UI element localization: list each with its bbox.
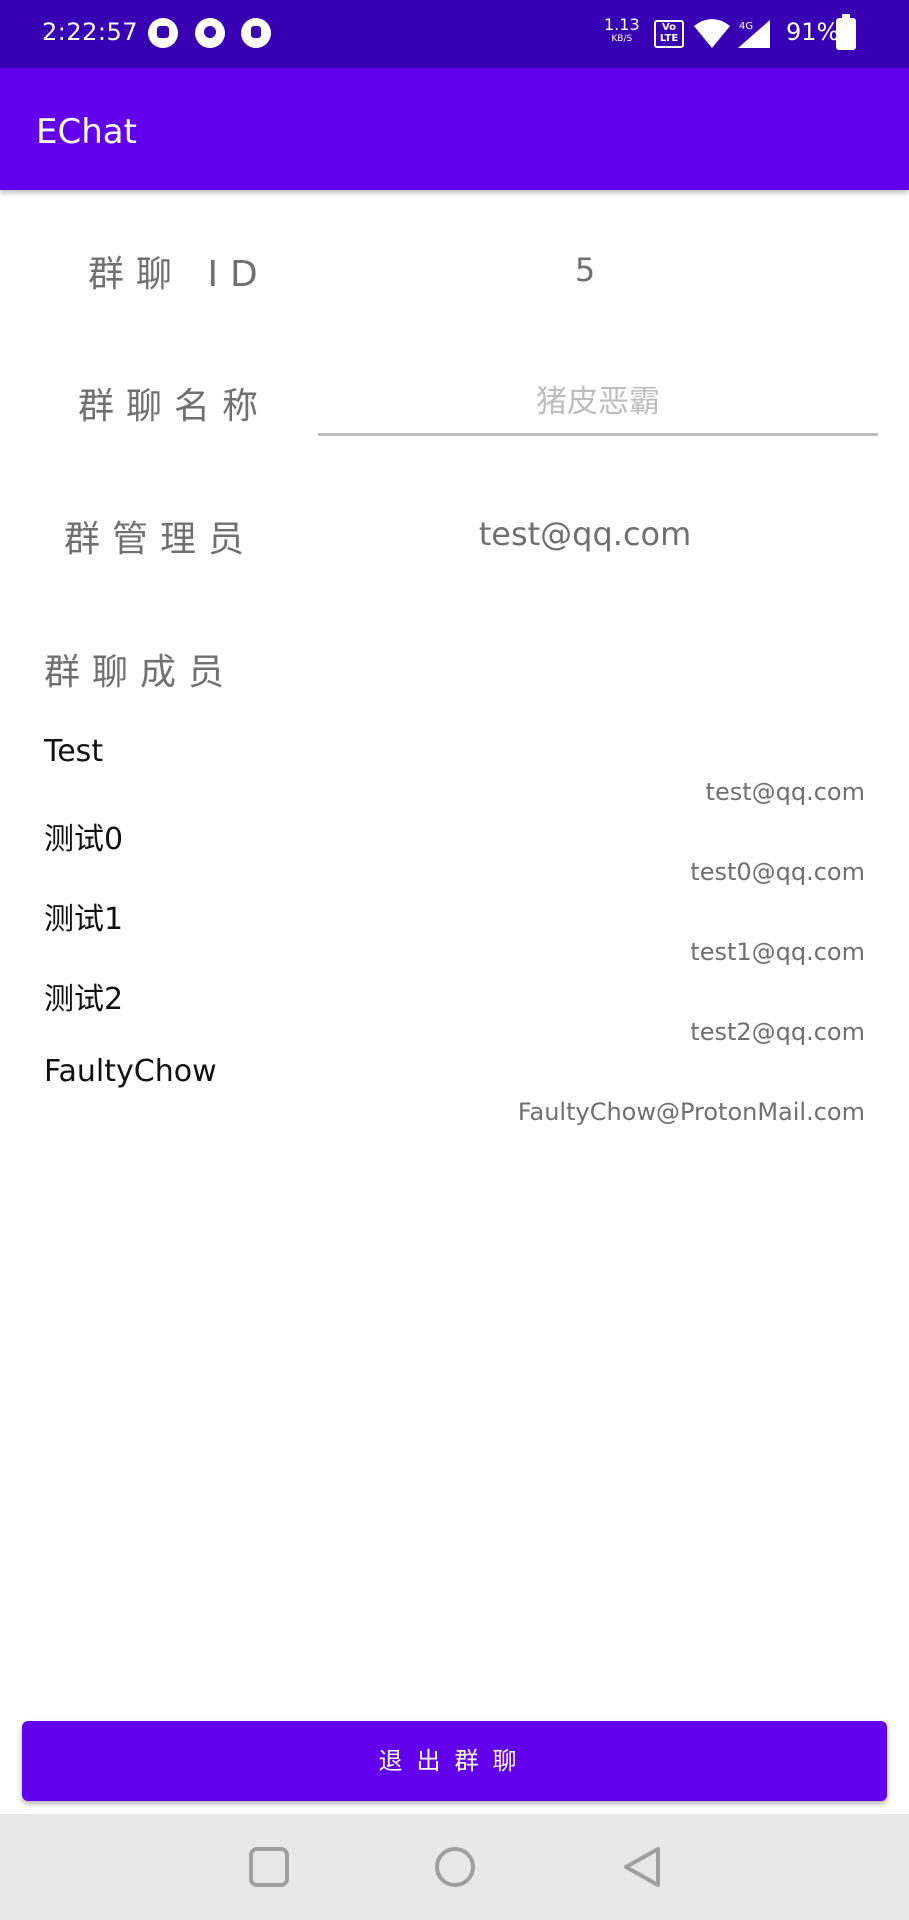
member-name: 测试0: [44, 822, 124, 857]
status-bar: 2:22:57 1.13 KB/S Vo LTE 4G 91%: [0, 0, 909, 68]
group-name-label: 群聊名称: [78, 386, 271, 427]
member-name: Test: [44, 734, 104, 769]
status-time: 2:22:57: [42, 18, 139, 46]
member-email: test@qq.com: [705, 778, 865, 806]
location-notification-icon: [241, 18, 271, 48]
member-item[interactable]: 测试2 test2@qq.com: [0, 968, 909, 1048]
navigation-bar: [0, 1814, 909, 1920]
members-label: 群聊成员: [44, 652, 237, 693]
network-speed: 1.13 KB/S: [604, 15, 640, 44]
volte-icon: Vo LTE: [654, 20, 684, 48]
group-admin-value: test@qq.com: [478, 515, 692, 553]
group-id-value: 5: [574, 251, 596, 289]
svg-text:4G: 4G: [739, 21, 753, 32]
member-name: FaultyChow: [44, 1054, 217, 1089]
back-icon[interactable]: [620, 1844, 666, 1890]
member-email: FaultyChow@ProtonMail.com: [517, 1098, 865, 1126]
signal-icon: 4G: [738, 20, 770, 48]
member-item[interactable]: 测试0 test0@qq.com: [0, 808, 909, 888]
member-item[interactable]: 测试1 test1@qq.com: [0, 888, 909, 968]
app-bar: EChat: [0, 68, 909, 190]
group-admin-label: 群管理员: [64, 519, 257, 560]
recent-apps-icon[interactable]: [246, 1844, 292, 1890]
member-item[interactable]: FaultyChow FaultyChow@ProtonMail.com: [0, 1048, 909, 1128]
home-icon[interactable]: [432, 1844, 478, 1890]
quit-group-button[interactable]: 退出群聊: [22, 1721, 887, 1801]
battery-icon: [836, 14, 856, 50]
app-title: EChat: [36, 112, 137, 152]
member-list: Test test@qq.com 测试0 test0@qq.com 测试1 te…: [0, 728, 909, 1128]
member-name: 测试1: [44, 902, 124, 937]
group-name-input[interactable]: [318, 370, 878, 436]
member-email: test0@qq.com: [690, 858, 865, 886]
message-notification-icon: [148, 18, 178, 48]
battery-percent: 91%: [786, 18, 840, 46]
member-name: 测试2: [44, 982, 124, 1017]
member-item[interactable]: Test test@qq.com: [0, 728, 909, 808]
wifi-icon: [694, 19, 730, 48]
member-email: test1@qq.com: [690, 938, 865, 966]
member-email: test2@qq.com: [690, 1018, 865, 1046]
group-id-label: 群聊 ID: [88, 254, 270, 295]
app-notification-icon: [195, 18, 225, 48]
